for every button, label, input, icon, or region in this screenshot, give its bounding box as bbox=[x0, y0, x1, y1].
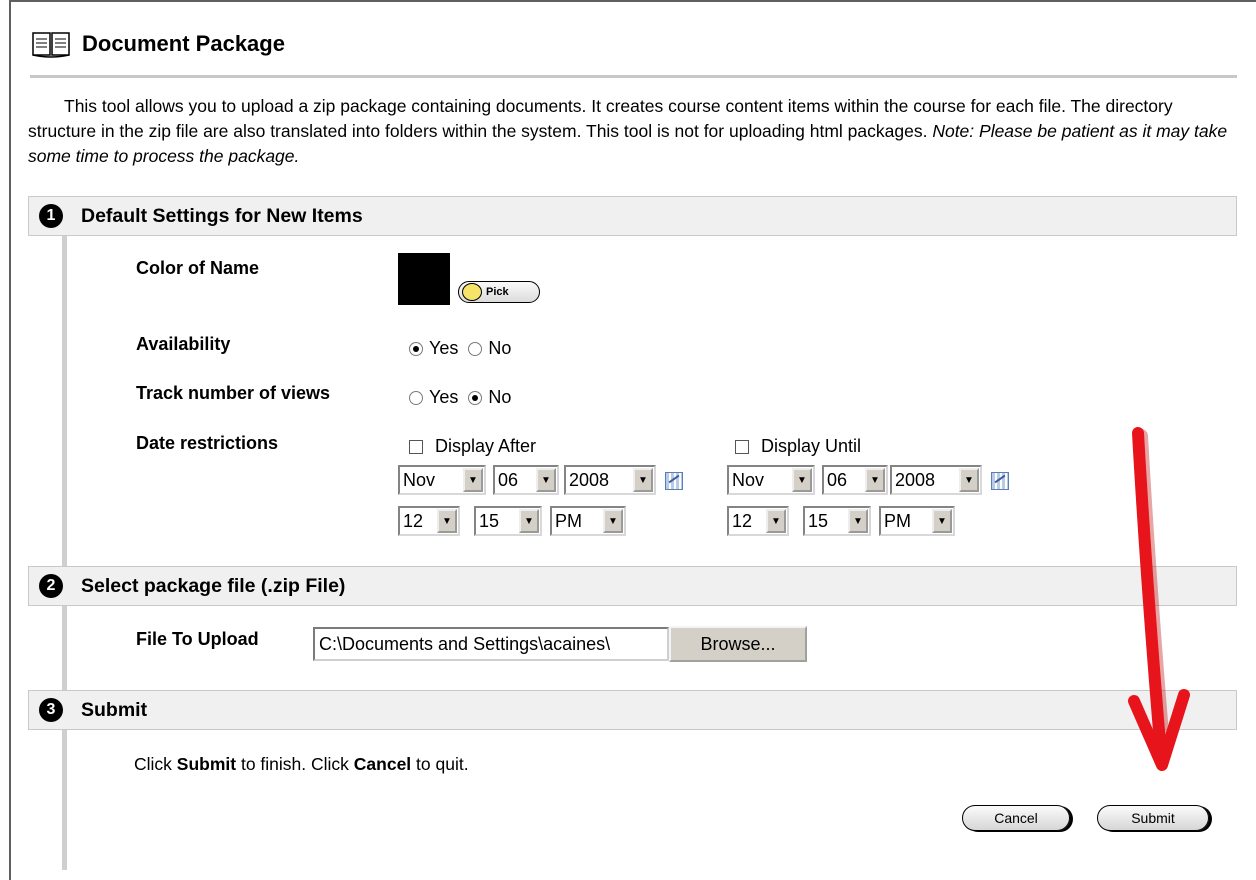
select-value: 12 bbox=[732, 510, 753, 531]
dropdown-arrow-icon: ▼ bbox=[519, 509, 539, 533]
section-title: Submit bbox=[81, 698, 148, 721]
select-value: 06 bbox=[498, 469, 519, 490]
track-views-label: Track number of views bbox=[136, 383, 331, 403]
track-views-no-label: No bbox=[488, 387, 512, 407]
select-value: 06 bbox=[827, 469, 848, 490]
display-after-calendar-icon[interactable] bbox=[665, 472, 683, 490]
display-after-hour-select[interactable]: 12 ▼ bbox=[398, 506, 460, 536]
title-divider bbox=[30, 75, 1237, 78]
section-title: Select package file (.zip File) bbox=[81, 574, 346, 597]
display-after-minute-select[interactable]: 15 ▼ bbox=[474, 506, 542, 536]
dropdown-arrow-icon: ▼ bbox=[932, 509, 952, 533]
availability-no-radio[interactable] bbox=[468, 341, 483, 356]
section-1-rail bbox=[62, 236, 67, 572]
red-arrow-annotation bbox=[1128, 427, 1190, 771]
instr-cancel-word: Cancel bbox=[353, 754, 412, 774]
select-value: 12 bbox=[403, 510, 424, 531]
section-3-rail bbox=[62, 730, 67, 870]
file-to-upload-label: File To Upload bbox=[136, 629, 259, 649]
dropdown-arrow-icon: ▼ bbox=[848, 509, 868, 533]
step-number-1: 1 bbox=[39, 204, 63, 228]
section-header-submit: 3 Submit bbox=[28, 690, 1237, 730]
select-value: 2008 bbox=[569, 469, 610, 490]
display-until-label: Display Until bbox=[761, 436, 862, 456]
select-value: 15 bbox=[479, 510, 500, 531]
dropdown-arrow-icon: ▼ bbox=[633, 468, 653, 492]
availability-yes-label: Yes bbox=[429, 338, 459, 358]
display-after-month-select[interactable]: Nov ▼ bbox=[398, 465, 486, 495]
instr-post: to quit. bbox=[411, 754, 469, 774]
intro-paragraph: This tool allows you to upload a zip pac… bbox=[28, 94, 1243, 169]
section-header-select-package: 2 Select package file (.zip File) bbox=[28, 566, 1237, 606]
section-title: Default Settings for New Items bbox=[81, 204, 363, 227]
display-until-day-select[interactable]: 06 ▼ bbox=[822, 465, 888, 495]
select-value: 2008 bbox=[895, 469, 936, 490]
dropdown-arrow-icon: ▼ bbox=[536, 468, 556, 492]
display-after-year-select[interactable]: 2008 ▼ bbox=[564, 465, 656, 495]
display-after-checkbox-row: Display After bbox=[409, 436, 536, 457]
dropdown-arrow-icon: ▼ bbox=[865, 468, 885, 492]
step-number-3: 3 bbox=[39, 698, 63, 722]
availability-radio-group: Yes No bbox=[409, 338, 511, 359]
page-header: Document Package bbox=[32, 30, 285, 58]
submit-instructions: Click Submit to finish. Click Cancel to … bbox=[134, 754, 469, 775]
dropdown-arrow-icon: ▼ bbox=[766, 509, 786, 533]
display-until-year-select[interactable]: 2008 ▼ bbox=[890, 465, 982, 495]
track-views-no-radio[interactable] bbox=[468, 390, 483, 405]
availability-no-label: No bbox=[488, 338, 512, 358]
dropdown-arrow-icon: ▼ bbox=[792, 468, 812, 492]
dropdown-arrow-icon: ▼ bbox=[959, 468, 979, 492]
section-2-rail bbox=[62, 606, 67, 690]
select-value: 15 bbox=[808, 510, 829, 531]
display-until-checkbox-row: Display Until bbox=[735, 436, 861, 457]
page-title: Document Package bbox=[82, 31, 285, 56]
availability-label: Availability bbox=[136, 334, 231, 354]
display-until-month-select[interactable]: Nov ▼ bbox=[727, 465, 815, 495]
browse-button[interactable]: Browse... bbox=[669, 626, 807, 662]
display-until-ampm-select[interactable]: PM ▼ bbox=[879, 506, 955, 536]
date-restrictions-label: Date restrictions bbox=[136, 433, 279, 453]
book-icon bbox=[32, 32, 70, 58]
select-value: PM bbox=[884, 510, 911, 531]
track-views-yes-label: Yes bbox=[429, 387, 459, 407]
cancel-button[interactable]: Cancel bbox=[962, 805, 1070, 831]
display-after-ampm-select[interactable]: PM ▼ bbox=[550, 506, 626, 536]
track-views-radio-group: Yes No bbox=[409, 387, 511, 408]
display-until-checkbox[interactable] bbox=[735, 439, 749, 454]
display-after-checkbox[interactable] bbox=[409, 439, 423, 454]
pick-button-label: Pick bbox=[486, 286, 509, 298]
dropdown-arrow-icon: ▼ bbox=[603, 509, 623, 533]
section-header-default-settings: 1 Default Settings for New Items bbox=[28, 196, 1237, 236]
instr-mid: to finish. Click bbox=[236, 754, 354, 774]
display-after-day-select[interactable]: 06 ▼ bbox=[493, 465, 559, 495]
display-after-label: Display After bbox=[435, 436, 537, 456]
select-value: Nov bbox=[732, 469, 765, 490]
dropdown-arrow-icon: ▼ bbox=[463, 468, 483, 492]
submit-button[interactable]: Submit bbox=[1097, 805, 1209, 831]
select-value: Nov bbox=[403, 469, 436, 490]
file-path-input[interactable]: C:\Documents and Settings\acaines\ bbox=[313, 627, 669, 661]
display-until-minute-select[interactable]: 15 ▼ bbox=[803, 506, 871, 536]
display-until-hour-select[interactable]: 12 ▼ bbox=[727, 506, 789, 536]
color-swatch bbox=[398, 253, 450, 305]
display-until-calendar-icon[interactable] bbox=[991, 472, 1009, 490]
availability-yes-radio[interactable] bbox=[409, 341, 423, 356]
color-of-name-label: Color of Name bbox=[136, 258, 260, 278]
palette-icon bbox=[462, 283, 482, 301]
instr-pre: Click bbox=[134, 754, 177, 774]
select-value: PM bbox=[555, 510, 582, 531]
track-views-yes-radio[interactable] bbox=[409, 390, 423, 405]
instr-submit-word: Submit bbox=[176, 754, 237, 774]
pick-color-button[interactable]: Pick bbox=[458, 281, 540, 303]
step-number-2: 2 bbox=[39, 574, 63, 598]
dropdown-arrow-icon: ▼ bbox=[437, 509, 457, 533]
